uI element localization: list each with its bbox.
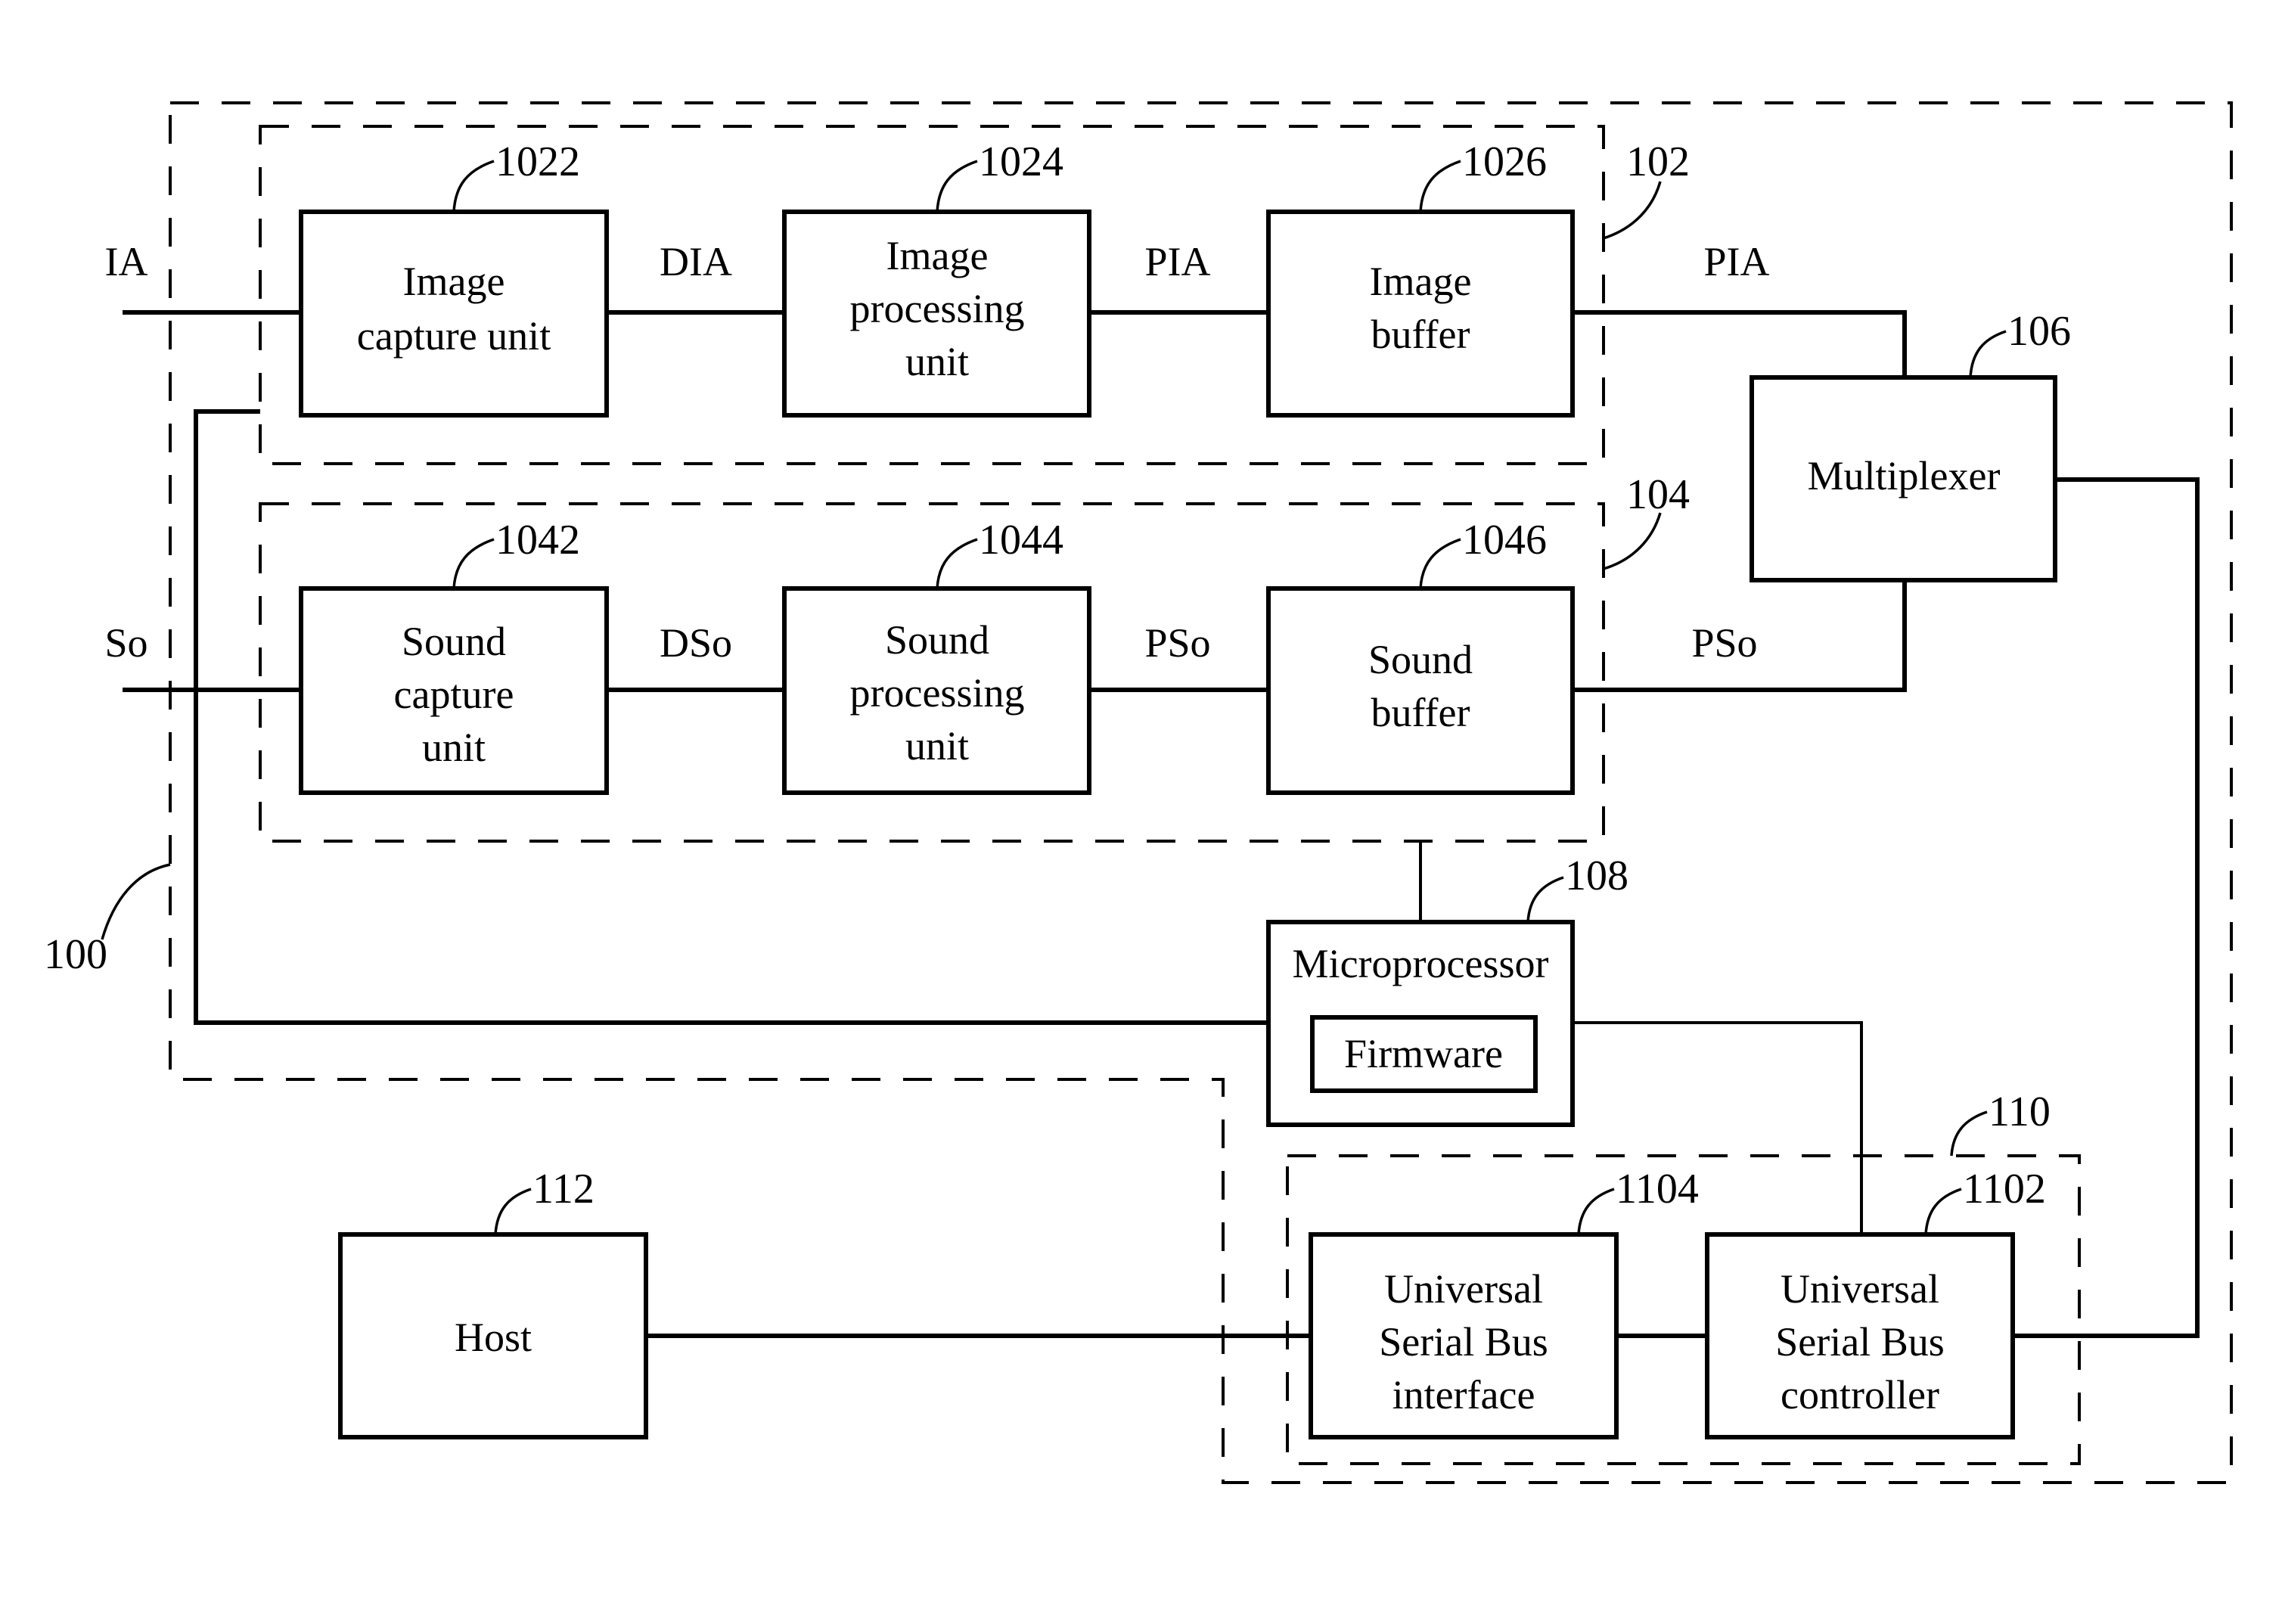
leader-108 bbox=[1526, 876, 1564, 923]
sound-processing-unit-label-2: processing bbox=[850, 670, 1025, 716]
firmware: Firmware bbox=[1310, 1015, 1538, 1093]
image-processing-unit-label-3: unit bbox=[905, 339, 969, 384]
signal-label-pia: PIA bbox=[1144, 239, 1210, 284]
ref-1104: 1104 bbox=[1616, 1166, 1699, 1213]
signal-label-dso: DSo bbox=[660, 620, 732, 666]
image-capture-unit: Image capture unit bbox=[299, 210, 609, 418]
sound-buffer: Sound buffer bbox=[1266, 586, 1575, 795]
host: Host bbox=[338, 1232, 648, 1439]
firmware-label: Firmware bbox=[1344, 1031, 1503, 1076]
ref-110: 110 bbox=[1989, 1088, 2051, 1135]
signal-label-pso-out: PSo bbox=[1691, 620, 1757, 666]
image-buffer-label-2: buffer bbox=[1371, 312, 1470, 357]
signal-label-so: So bbox=[104, 620, 147, 666]
usb-controller-label-2: Serial Bus bbox=[1775, 1319, 1945, 1365]
ref-106-label: 106 bbox=[2007, 308, 2071, 355]
signal-label-dia: DIA bbox=[660, 239, 732, 284]
leader-1044 bbox=[936, 538, 978, 589]
image-buffer-label-1: Image bbox=[1370, 259, 1472, 304]
ref-108: 108 bbox=[1565, 852, 1628, 899]
signal-label-pia-out: PIA bbox=[1703, 239, 1769, 284]
signal-label-pso: PSo bbox=[1144, 620, 1210, 666]
sound-processing-unit: Sound processing unit bbox=[782, 586, 1091, 795]
leader-1104 bbox=[1577, 1188, 1615, 1235]
leader-112 bbox=[494, 1188, 532, 1235]
ref-1024: 1024 bbox=[979, 138, 1063, 185]
usb-interface-label-3: interface bbox=[1392, 1372, 1535, 1418]
image-processing-unit-label-1: Image bbox=[886, 233, 989, 278]
usb-controller-label-3: controller bbox=[1781, 1372, 1939, 1418]
usb-controller-label-1: Universal bbox=[1781, 1266, 1939, 1312]
sound-capture-unit-label-1: Sound bbox=[402, 619, 506, 664]
sound-capture-unit: Sound capture unit bbox=[299, 586, 609, 795]
microprocessor: Microprocessor Firmware bbox=[1266, 920, 1575, 1127]
ref-1044: 1044 bbox=[979, 517, 1063, 564]
leader-106 bbox=[1969, 330, 2007, 378]
ref-1022: 1022 bbox=[495, 138, 580, 185]
multiplexer: Multiplexer bbox=[1750, 375, 2057, 582]
usb-interface-label-2: Serial Bus bbox=[1379, 1319, 1548, 1365]
leader-1102 bbox=[1924, 1188, 1962, 1235]
ref-100: 100 bbox=[44, 931, 107, 978]
ref-1102: 1102 bbox=[1963, 1166, 2046, 1213]
sound-buffer-label-2: buffer bbox=[1371, 690, 1470, 735]
image-processing-unit: Image processing unit bbox=[782, 210, 1091, 418]
ref-1046: 1046 bbox=[1462, 517, 1547, 564]
ref-102: 102 bbox=[1626, 138, 1690, 185]
leader-1046 bbox=[1419, 538, 1461, 589]
leader-100 bbox=[101, 863, 171, 940]
ref-112: 112 bbox=[532, 1166, 595, 1213]
usb-interface: Universal Serial Bus interface bbox=[1309, 1232, 1619, 1439]
leader-1022 bbox=[452, 160, 495, 213]
leader-102 bbox=[1603, 181, 1662, 240]
image-processing-unit-label-2: processing bbox=[850, 286, 1025, 331]
leader-110 bbox=[1950, 1110, 1988, 1157]
wire-pia-to-mux bbox=[1573, 310, 1907, 377]
sound-capture-unit-label-2: capture bbox=[394, 672, 514, 717]
usb-controller: Universal Serial Bus controller bbox=[1705, 1232, 2015, 1439]
ref-1026: 1026 bbox=[1462, 138, 1547, 185]
leader-1024 bbox=[936, 160, 978, 213]
usb-interface-label-1: Universal bbox=[1384, 1266, 1543, 1312]
sound-capture-unit-label-3: unit bbox=[422, 725, 486, 770]
block-diagram: Image capture unit Image processing unit… bbox=[44, 101, 2233, 1484]
signal-label-ia: IA bbox=[105, 239, 148, 284]
image-capture-unit-label-1: Image bbox=[403, 259, 505, 304]
ref-104: 104 bbox=[1626, 471, 1690, 518]
sound-buffer-label-1: Sound bbox=[1368, 637, 1473, 682]
leader-1042 bbox=[452, 538, 495, 589]
sound-processing-unit-label-1: Sound bbox=[885, 617, 989, 663]
leader-104 bbox=[1603, 512, 1662, 570]
sound-processing-unit-label-3: unit bbox=[905, 723, 969, 769]
multiplexer-label: Multiplexer bbox=[1808, 453, 2001, 498]
ref-1042: 1042 bbox=[495, 517, 580, 564]
microprocessor-label: Microprocessor bbox=[1293, 941, 1549, 986]
host-label: Host bbox=[455, 1315, 532, 1360]
image-buffer: Image buffer bbox=[1266, 210, 1575, 418]
leader-1026 bbox=[1419, 160, 1461, 213]
image-capture-unit-label-2: capture unit bbox=[357, 313, 551, 359]
